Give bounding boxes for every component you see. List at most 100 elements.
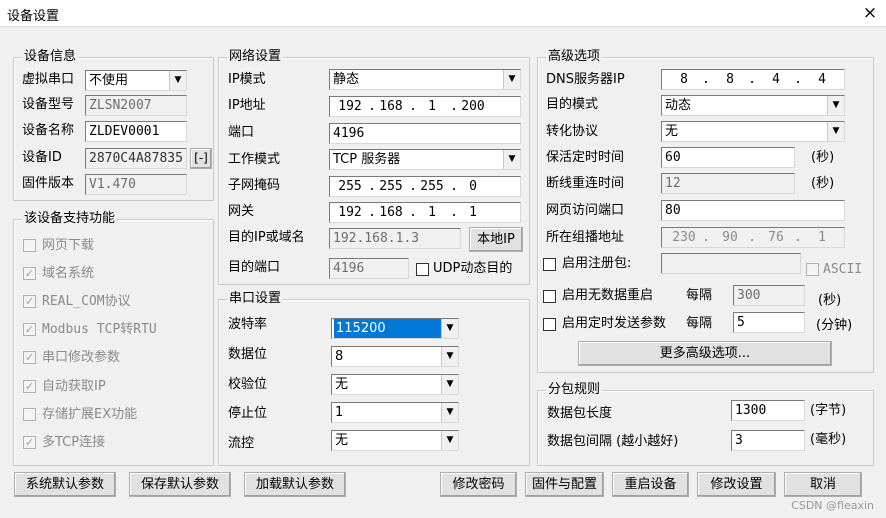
id-expand-button[interactable]: [-] <box>190 148 212 169</box>
network-title: 网络设置 <box>227 49 284 65</box>
change-password-button[interactable]: 修改密码 <box>440 472 517 497</box>
dest-label: 目的IP或域名 <box>228 230 305 245</box>
port-label: 端口 <box>228 125 255 140</box>
feature-checkbox: ✓ <box>23 267 36 280</box>
window-title: 设备设置 <box>7 9 60 24</box>
dest-mode-select[interactable]: 动态 ▼ <box>661 95 845 116</box>
parity-select[interactable]: 无 ▼ <box>331 374 459 395</box>
packet-group: 分包规则 <box>537 382 874 466</box>
timed-interval-field[interactable]: 5 <box>733 312 805 333</box>
feature-checkbox <box>23 408 36 421</box>
gateway-field[interactable]: 192. 168. 1. 1 <box>329 202 521 223</box>
feature-label: 自动获取IP <box>42 379 106 394</box>
packet-len-label: 数据包长度 <box>547 406 613 421</box>
more-advanced-button[interactable]: 更多高级选项... <box>578 341 832 366</box>
packet-len-field[interactable]: 1300 <box>731 400 805 421</box>
advanced-title: 高级选项 <box>546 49 603 65</box>
web-port-field[interactable]: 80 <box>661 200 845 221</box>
load-default-button[interactable]: 加载默认参数 <box>244 472 346 497</box>
feature-label: 串口修改参数 <box>42 350 121 365</box>
keepalive-label: 保活定时时间 <box>546 150 625 165</box>
features-title: 该设备支持功能 <box>22 211 118 227</box>
stop-bits-label: 停止位 <box>228 406 268 421</box>
chevron-down-icon: ▼ <box>441 375 458 394</box>
data-bits-label: 数据位 <box>228 347 268 362</box>
model-label: 设备型号 <box>22 97 75 112</box>
fw-field: V1.470 <box>85 174 187 195</box>
reg-packet-checkbox[interactable] <box>543 258 556 271</box>
keepalive-unit: (秒) <box>811 150 835 165</box>
udp-label: UDP动态目的 <box>433 261 513 276</box>
system-default-button[interactable]: 系统默认参数 <box>14 472 116 497</box>
packet-title: 分包规则 <box>546 382 603 398</box>
nodata-unit: (秒) <box>818 293 842 308</box>
reconnect-field: 12 <box>661 173 795 194</box>
dns-label: DNS服务器IP <box>546 72 625 87</box>
nodata-restart-checkbox[interactable] <box>543 290 556 303</box>
group-label: 所在组播地址 <box>546 230 625 245</box>
data-bits-select[interactable]: 8 ▼ <box>331 346 459 367</box>
udp-checkbox[interactable] <box>416 263 429 276</box>
proto-select[interactable]: 无 ▼ <box>661 121 845 142</box>
packet-gap-field[interactable]: 3 <box>731 430 805 451</box>
timed-send-checkbox[interactable] <box>543 318 556 331</box>
virt-port-select[interactable]: 不使用 ▼ <box>85 70 187 91</box>
nodata-interval-field: 300 <box>733 285 805 306</box>
chevron-down-icon: ▼ <box>441 347 458 366</box>
every-label: 每隔 <box>686 288 713 303</box>
baud-label: 波特率 <box>228 317 268 332</box>
feature-checkbox: ✓ <box>23 295 36 308</box>
work-mode-select[interactable]: TCP 服务器 ▼ <box>329 149 521 170</box>
restart-device-button[interactable]: 重启设备 <box>612 472 689 497</box>
ascii-checkbox <box>806 263 819 276</box>
ip-mode-select[interactable]: 静态 ▼ <box>329 69 521 90</box>
keepalive-field[interactable]: 60 <box>661 147 795 168</box>
features-group: 该设备支持功能 <box>13 211 214 466</box>
title-bar: 设备设置 × <box>0 0 886 27</box>
group-addr-field: 230. 90. 76. 1 <box>661 227 845 248</box>
local-ip-button[interactable]: 本地IP <box>469 227 523 252</box>
feature-label: 存储扩展EX功能 <box>42 407 138 422</box>
reconnect-unit: (秒) <box>811 176 835 191</box>
cancel-button[interactable]: 取消 <box>784 472 862 497</box>
feature-label: 域名系统 <box>42 266 95 281</box>
reconnect-label: 断线重连时间 <box>546 176 625 191</box>
modify-settings-button[interactable]: 修改设置 <box>697 472 776 497</box>
id-label: 设备ID <box>22 150 62 165</box>
name-field[interactable]: ZLDEV0001 <box>85 121 187 142</box>
chevron-down-icon: ▼ <box>827 96 844 115</box>
save-default-button[interactable]: 保存默认参数 <box>129 472 231 497</box>
feature-label: 网页下载 <box>42 238 95 253</box>
timed-send-label: 启用定时发送参数 <box>562 316 667 331</box>
watermark: CSDN @fleaxin <box>791 499 874 512</box>
model-field: ZLSN2007 <box>85 95 187 116</box>
dest-port-field: 4196 <box>329 258 409 279</box>
feature-checkbox: ✓ <box>23 380 36 393</box>
every-label-2: 每隔 <box>686 316 713 331</box>
packet-gap-unit: (毫秒) <box>810 432 847 447</box>
port-field[interactable]: 4196 <box>329 123 521 144</box>
stop-bits-select[interactable]: 1 ▼ <box>331 402 459 423</box>
firmware-config-button[interactable]: 固件与配置 <box>525 472 604 497</box>
virt-port-label: 虚拟串口 <box>22 72 75 87</box>
ip-mode-label: IP模式 <box>228 72 266 87</box>
chevron-down-icon: ▼ <box>503 150 520 169</box>
gateway-label: 网关 <box>228 204 255 219</box>
feature-checkbox <box>23 239 36 252</box>
ip-address-field[interactable]: 192. 168. 1. 200 <box>329 96 521 117</box>
close-icon[interactable]: × <box>854 0 886 27</box>
dest-mode-label: 目的模式 <box>546 97 599 112</box>
ascii-label: ASCII <box>823 262 863 277</box>
mask-label: 子网掩码 <box>228 178 281 193</box>
flow-select[interactable]: 无 ▼ <box>331 430 459 451</box>
dns-field[interactable]: 8.8.4.4 <box>661 69 845 90</box>
feature-label: 多TCP连接 <box>42 435 106 450</box>
id-field: 2870C4A87835 <box>85 148 187 169</box>
baud-select[interactable]: 115200 ▼ <box>331 318 459 339</box>
fw-label: 固件版本 <box>22 176 75 191</box>
web-port-label: 网页访问端口 <box>546 203 625 218</box>
chevron-down-icon: ▼ <box>169 71 186 90</box>
name-label: 设备名称 <box>22 123 75 138</box>
flow-label: 流控 <box>228 436 255 451</box>
subnet-mask-field[interactable]: 255. 255. 255. 0 <box>329 176 521 197</box>
